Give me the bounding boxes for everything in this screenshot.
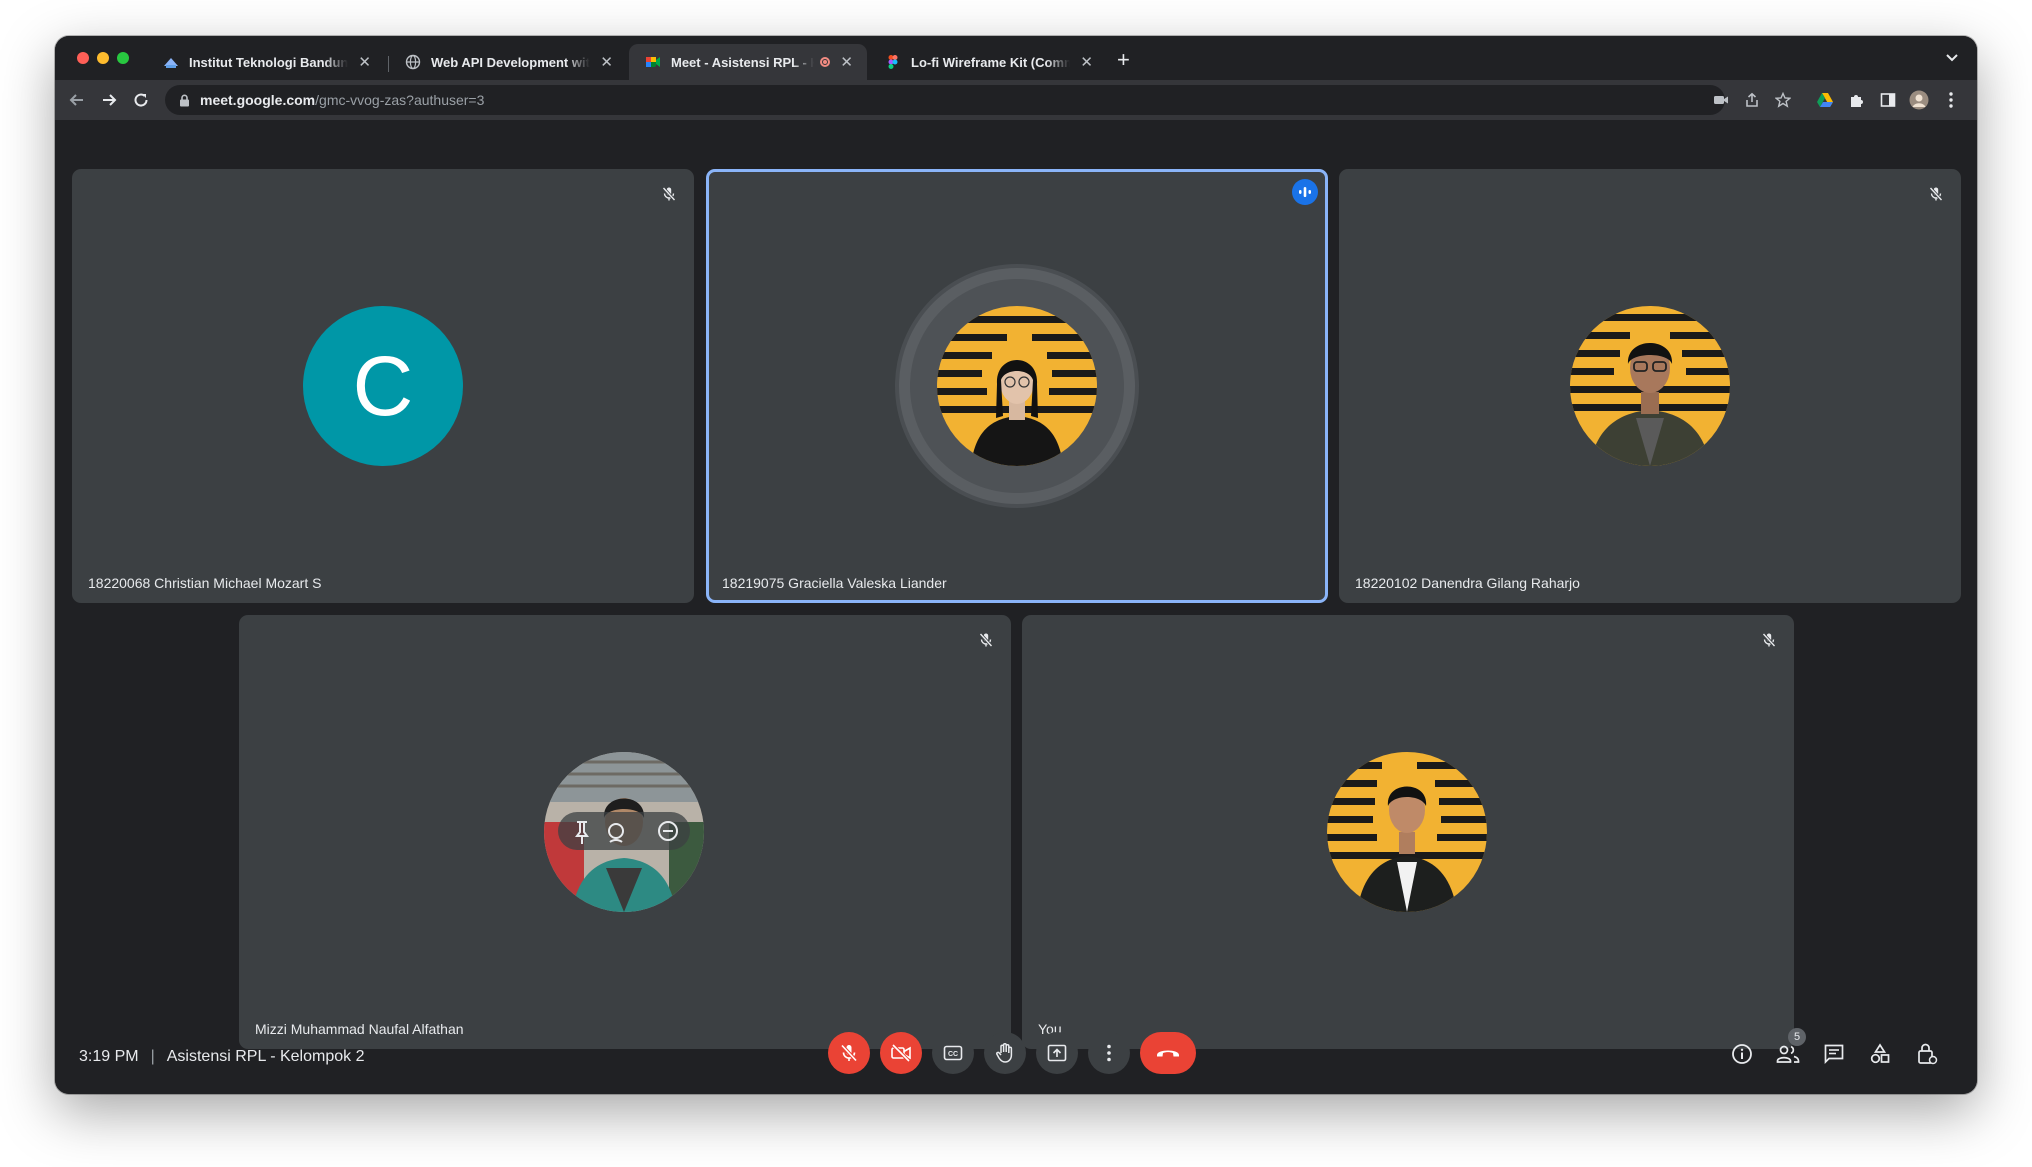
divider: | [150,1048,155,1065]
participant-name: 18220068 Christian Michael Mozart S [88,575,322,591]
google-drive-icon[interactable] [1815,90,1835,110]
tab-title: Lo-fi Wireframe Kit (Community) [911,54,1071,70]
share-icon[interactable] [1743,91,1761,109]
new-tab-button[interactable]: + [1117,48,1130,72]
muted-mic-icon [658,183,680,205]
browser-menu-icon[interactable] [1941,90,1961,110]
tab-title: Institut Teknologi Bandung [189,54,349,70]
participant-tile-active-speaker[interactable]: 18219075 Graciella Valeska Liander [706,169,1328,603]
raise-hand-button[interactable] [984,1032,1026,1074]
muted-mic-icon [1925,183,1947,205]
camera-in-use-icon[interactable] [1712,91,1730,109]
activities-button[interactable] [1866,1040,1894,1068]
lock-icon[interactable] [179,94,190,107]
speaking-indicator-icon [1292,179,1318,205]
avatar [1327,752,1487,912]
tab-search-icon[interactable] [1945,50,1959,69]
chat-button[interactable] [1820,1040,1848,1068]
figma-icon [885,54,901,70]
address-bar[interactable]: meet.google.com/gmc-vvog-zas?authuser=3 [165,85,1725,115]
avatar [1570,306,1730,466]
tab-bar: Institut Teknologi Bandung ✕ Web API Dev… [55,36,1977,80]
tab-title: Web API Development with Python [431,54,590,70]
url-path: /gmc-vvog-zas?authuser=3 [315,92,485,108]
muted-mic-icon [975,629,997,651]
meeting-details: 3:19 PM | Asistensi RPL - Kelompok 2 [79,1048,364,1066]
close-tab-icon[interactable]: ✕ [600,53,613,71]
back-button[interactable] [65,88,89,112]
host-controls-button[interactable] [1913,1040,1941,1068]
meeting-title: Asistensi RPL - Kelompok 2 [166,1048,365,1065]
meet-stage: C 18220068 Christian Michael Mozart S 18… [55,120,1977,1094]
leave-call-button[interactable] [1140,1032,1196,1074]
side-panel-icon[interactable] [1878,90,1898,110]
itb-icon [163,54,179,70]
tab-web-api[interactable]: Web API Development with Python ✕ [389,44,627,80]
extensions-puzzle-icon[interactable] [1847,90,1867,110]
profile-avatar[interactable] [1909,90,1929,110]
present-screen-button[interactable] [1036,1032,1078,1074]
avatar [544,752,704,912]
tab-figma[interactable]: Lo-fi Wireframe Kit (Community) ✕ [869,44,1107,80]
browser-toolbar: meet.google.com/gmc-vvog-zas?authuser=3 [55,80,1977,120]
close-tab-icon[interactable]: ✕ [1080,53,1093,71]
close-window-button[interactable] [77,52,89,64]
avatar: C [303,306,463,466]
close-tab-icon[interactable]: ✕ [358,53,371,71]
muted-mic-icon [1758,629,1780,651]
svg-text:CC: CC [948,1051,958,1058]
reload-button[interactable] [129,88,153,112]
self-view-tile[interactable]: You [1022,615,1794,1049]
globe-icon [405,54,421,70]
meet-control-bar: 3:19 PM | Asistensi RPL - Kelompok 2 CC [55,1018,1977,1094]
close-tab-icon[interactable]: ✕ [840,53,853,71]
meeting-time: 3:19 PM [79,1048,139,1065]
participant-tile[interactable]: 18220102 Danendra Gilang Raharjo [1339,169,1961,603]
avatar [937,306,1097,466]
recording-indicator-icon [820,57,831,67]
forward-button[interactable] [97,88,121,112]
participant-tile[interactable]: Mizzi Muhammad Naufal Alfathan [239,615,1011,1049]
browser-window: Institut Teknologi Bandung ✕ Web API Dev… [55,36,1977,1094]
captions-button[interactable]: CC [932,1032,974,1074]
participant-tile[interactable]: C 18220068 Christian Michael Mozart S [72,169,694,603]
url-host: meet.google.com [200,92,316,108]
tab-itb[interactable]: Institut Teknologi Bandung ✕ [147,44,385,80]
minimize-window-button[interactable] [97,52,109,64]
microphone-off-button[interactable] [828,1032,870,1074]
camera-off-button[interactable] [880,1032,922,1074]
meeting-details-info-icon[interactable] [1728,1040,1756,1068]
google-meet-icon [645,54,661,70]
more-options-button[interactable] [1088,1032,1130,1074]
tab-title: Meet - Asistensi RPL - Kelompok 2 [671,54,814,70]
people-button[interactable]: 5 [1774,1028,1806,1068]
participant-name: 18219075 Graciella Valeska Liander [722,575,947,591]
participant-name: 18220102 Danendra Gilang Raharjo [1355,575,1580,591]
bookmark-star-icon[interactable] [1774,91,1792,109]
maximize-window-button[interactable] [117,52,129,64]
tab-meet[interactable]: Meet - Asistensi RPL - Kelompok 2 ✕ [629,44,867,80]
participant-count-badge: 5 [1788,1028,1806,1046]
